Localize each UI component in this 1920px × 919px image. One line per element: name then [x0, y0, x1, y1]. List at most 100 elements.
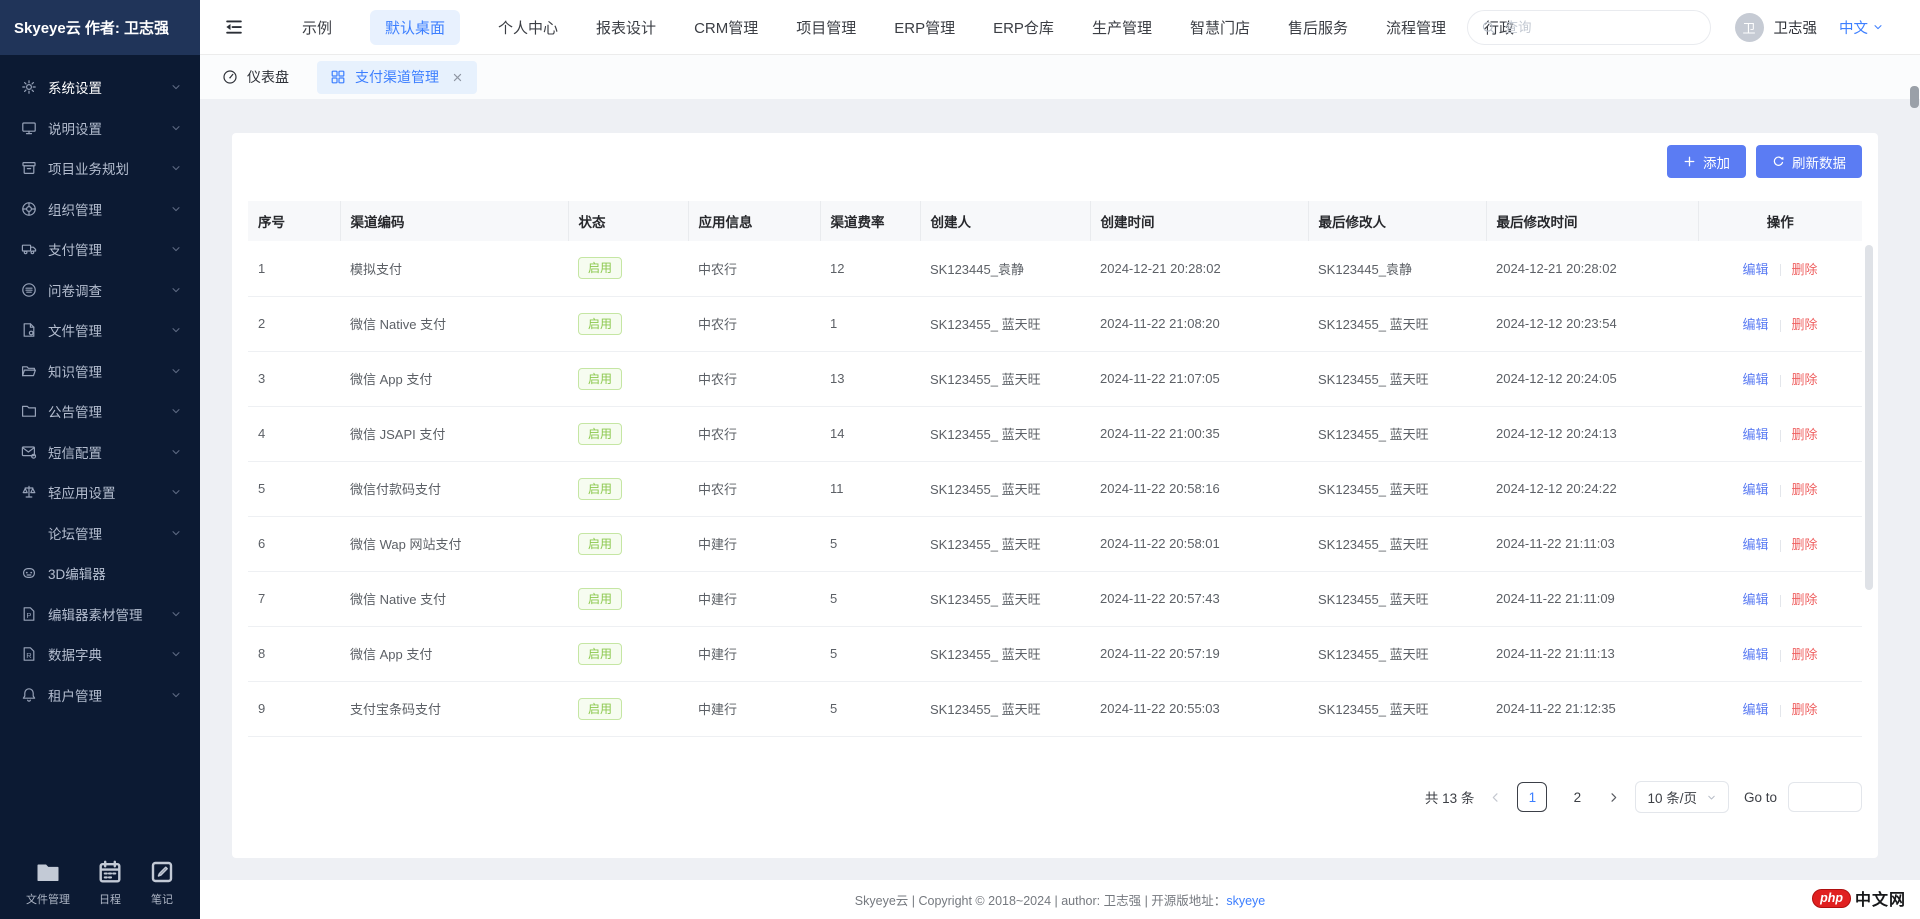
page-number[interactable]: 1 [1517, 782, 1547, 812]
sidebar-item[interactable]: 项目业务规划 [0, 148, 200, 189]
top-nav-tab[interactable]: 流程管理 [1386, 10, 1446, 45]
edit-link[interactable]: 编辑 [1742, 262, 1768, 277]
status-badge: 启用 [578, 368, 622, 390]
sidebar-item[interactable]: R 数据字典 [0, 634, 200, 675]
search-box [1467, 10, 1711, 45]
chevron-down-icon [170, 689, 182, 701]
delete-link[interactable]: 删除 [1792, 427, 1818, 442]
cell-rate: 13 [820, 351, 920, 406]
top-nav-tab[interactable]: 示例 [302, 10, 332, 45]
delete-link[interactable]: 删除 [1792, 372, 1818, 387]
delete-link[interactable]: 删除 [1792, 482, 1818, 497]
dock-calendar-icon [98, 860, 122, 884]
cell-index: 3 [248, 351, 340, 406]
top-nav-tab[interactable]: 生产管理 [1092, 10, 1152, 45]
sidebar-item[interactable]: 轻应用设置 [0, 472, 200, 513]
edit-link[interactable]: 编辑 [1742, 537, 1768, 552]
column-header: 最后修改人 [1308, 201, 1486, 241]
cell-app-info: 中建行 [688, 571, 820, 626]
table-row: 3 微信 App 支付 启用 中农行 13 SK123455_ 蓝天旺 2024… [248, 351, 1862, 406]
top-nav-tab[interactable]: 个人中心 [498, 10, 558, 45]
edit-link[interactable]: 编辑 [1742, 482, 1768, 497]
chevron-down-icon [170, 284, 182, 296]
search-input[interactable] [1505, 20, 1697, 35]
top-nav-tab[interactable]: 报表设计 [596, 10, 656, 45]
dock-item[interactable]: 文件管理 [26, 860, 70, 907]
status-badge: 启用 [578, 643, 622, 665]
collapse-sidebar-icon[interactable] [224, 17, 244, 37]
page-scrollbar[interactable] [1910, 86, 1919, 108]
skyeye-link[interactable]: skyeye [1226, 894, 1265, 908]
content-area: 添加 刷新数据 序号 渠道编码 [200, 99, 1920, 880]
delete-link[interactable]: 删除 [1792, 262, 1818, 277]
chevron-down-icon [1872, 21, 1884, 33]
edit-link[interactable]: 编辑 [1742, 592, 1768, 607]
cell-index: 7 [248, 571, 340, 626]
sidebar-item[interactable]: 系统设置 [0, 67, 200, 108]
delete-link[interactable]: 删除 [1792, 592, 1818, 607]
top-nav-tab[interactable]: CRM管理 [694, 10, 758, 45]
cell-modified-time: 2024-11-22 21:12:35 [1486, 681, 1698, 736]
page-size-select[interactable]: 10 条/页 [1635, 781, 1729, 813]
edit-link[interactable]: 编辑 [1742, 647, 1768, 662]
sidebar-item[interactable]: 支付管理 [0, 229, 200, 270]
cell-rate: 12 [820, 241, 920, 296]
top-nav-tab[interactable]: 项目管理 [796, 10, 856, 45]
chevron-down-icon [170, 405, 182, 417]
language-switcher[interactable]: 中文 [1839, 17, 1884, 38]
username[interactable]: 卫志强 [1774, 17, 1818, 38]
add-button[interactable]: 添加 [1667, 145, 1746, 178]
top-nav-tab[interactable]: 售后服务 [1288, 10, 1348, 45]
cell-app-info: 中建行 [688, 681, 820, 736]
top-nav-tab[interactable]: ERP管理 [894, 10, 955, 45]
dock-item[interactable]: 日程 [98, 860, 122, 907]
sidebar-item[interactable]: 论坛管理 [0, 513, 200, 554]
cell-modified-time: 2024-11-22 21:11:09 [1486, 571, 1698, 626]
avatar[interactable]: 卫 [1735, 13, 1764, 42]
sidebar-item[interactable]: 3D编辑器 [0, 553, 200, 594]
cell-channel-name: 微信 App 支付 [340, 351, 568, 406]
cell-channel-name: 微信 JSAPI 支付 [340, 406, 568, 461]
prev-page-icon[interactable] [1489, 791, 1502, 804]
delete-link[interactable]: 删除 [1792, 317, 1818, 332]
total-count: 共 13 条 [1425, 787, 1475, 807]
goto-page-input[interactable] [1788, 782, 1862, 812]
archive-icon [20, 160, 37, 177]
sidebar-item[interactable]: 公告管理 [0, 391, 200, 432]
action-divider [1780, 264, 1781, 276]
edit-link[interactable]: 编辑 [1742, 427, 1768, 442]
top-nav-tab[interactable]: 默认桌面 [370, 10, 460, 45]
sidebar-item[interactable]: 问卷调查 [0, 270, 200, 311]
sidebar-item[interactable]: 文件管理 [0, 310, 200, 351]
sidebar-item[interactable]: P 编辑器素材管理 [0, 594, 200, 635]
tab-payment-channel[interactable]: 支付渠道管理 [317, 61, 477, 94]
sidebar-item[interactable]: 组织管理 [0, 189, 200, 230]
sidebar-item[interactable]: 短信配置 [0, 432, 200, 473]
robot-icon [20, 565, 37, 582]
edit-link[interactable]: 编辑 [1742, 702, 1768, 717]
table-scrollbar[interactable] [1865, 245, 1873, 590]
delete-link[interactable]: 删除 [1792, 647, 1818, 662]
delete-link[interactable]: 删除 [1792, 537, 1818, 552]
dock-item[interactable]: 笔记 [150, 860, 174, 907]
edit-link[interactable]: 编辑 [1742, 372, 1768, 387]
delete-link[interactable]: 删除 [1792, 702, 1818, 717]
sidebar-dock: 文件管理 日程 笔记 [0, 860, 200, 919]
next-page-icon[interactable] [1607, 791, 1620, 804]
cell-created-time: 2024-11-22 21:07:05 [1090, 351, 1308, 406]
cell-modified-time: 2024-12-12 20:24:22 [1486, 461, 1698, 516]
edit-link[interactable]: 编辑 [1742, 317, 1768, 332]
sidebar-item[interactable]: 租户管理 [0, 675, 200, 716]
top-nav-tab[interactable]: 智慧门店 [1190, 10, 1250, 45]
tab-dashboard[interactable]: 仪表盘 [222, 67, 289, 87]
page-number[interactable]: 2 [1562, 782, 1592, 812]
top-nav-tab[interactable]: ERP仓库 [993, 10, 1054, 45]
close-icon[interactable] [451, 71, 464, 84]
sidebar-item[interactable]: 说明设置 [0, 108, 200, 149]
sidebar-item[interactable]: 知识管理 [0, 351, 200, 392]
sidebar-item-label: 系统设置 [48, 77, 170, 97]
chevron-down-icon [170, 81, 182, 93]
dock-note-icon [150, 860, 174, 884]
page-size-value: 10 条/页 [1647, 787, 1697, 807]
refresh-button[interactable]: 刷新数据 [1756, 145, 1862, 178]
